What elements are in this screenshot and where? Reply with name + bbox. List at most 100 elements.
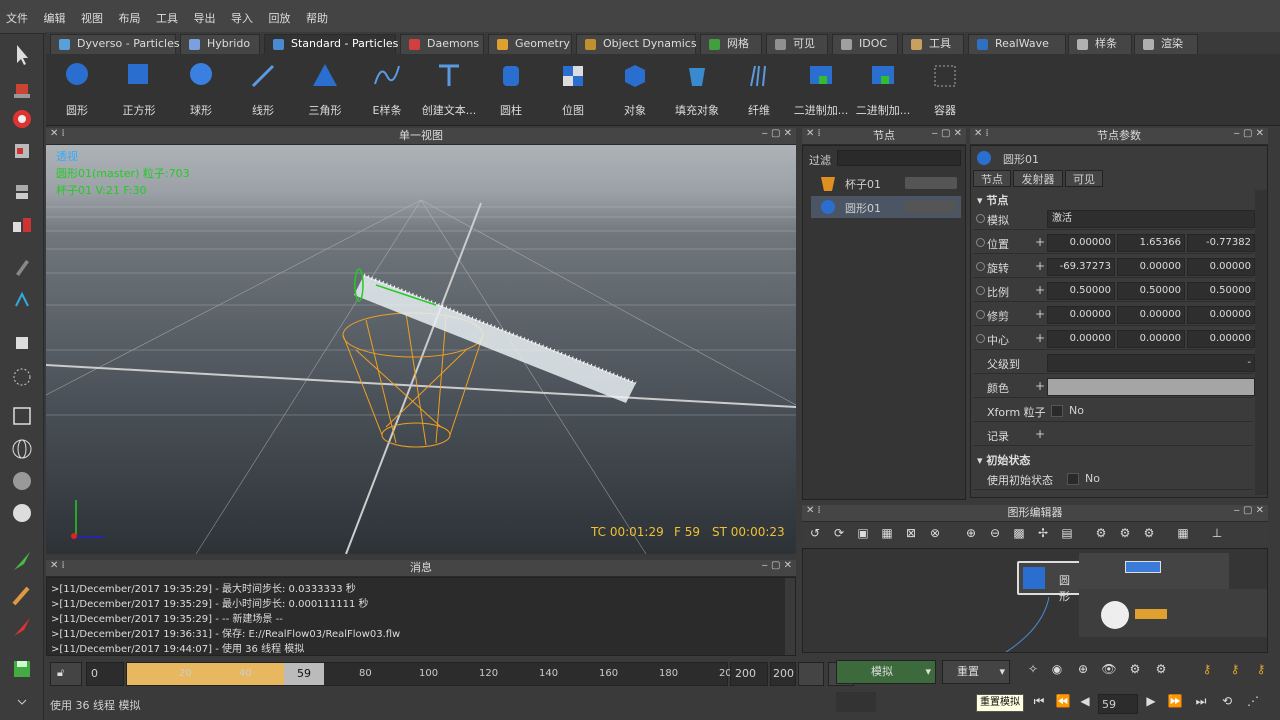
messages-log[interactable]: >[11/December/2017 19:35:29] - 最大时间步长: 0…: [46, 577, 796, 656]
square-emitter-button[interactable]: 正方形: [108, 58, 170, 122]
layout-tool-icon[interactable]: [8, 180, 36, 206]
filter-input[interactable]: [837, 150, 961, 166]
frame-input[interactable]: 59: [1098, 694, 1138, 714]
chevron-down-icon[interactable]: ▾: [925, 661, 931, 683]
param-row-rotation[interactable]: 旋转 + -69.37273 0.00000 0.00000: [973, 256, 1255, 278]
play-back-icon[interactable]: ◀: [1076, 694, 1094, 712]
rotation-z[interactable]: 0.00000: [1187, 258, 1255, 276]
radio-icon[interactable]: [976, 262, 985, 271]
lock-icon[interactable]: 🔓︎: [50, 662, 82, 686]
panel-window-controls-icon[interactable]: ‒ ▢ ✕: [931, 128, 962, 139]
tab-spline[interactable]: 样条: [1068, 34, 1132, 54]
param-row-shear[interactable]: 修剪 +0.00000 0.00000 0.00000: [973, 304, 1255, 326]
node-add-icon[interactable]: ⚙: [1092, 526, 1110, 544]
tab-dyverso[interactable]: Dyverso - Particles: [50, 34, 180, 54]
tab-emitter[interactable]: 发射器: [1013, 170, 1063, 187]
green-feather-icon[interactable]: [8, 548, 36, 574]
spline-emitter-button[interactable]: E样条: [356, 58, 418, 122]
sphere-emitter-button[interactable]: 球形: [170, 58, 232, 122]
timeline-cursor[interactable]: 59: [284, 663, 324, 685]
gear-icon[interactable]: ⚙: [1126, 662, 1144, 680]
sphere-flat-icon[interactable]: [8, 468, 36, 494]
rotate-tool-icon[interactable]: [8, 106, 36, 132]
menu-file[interactable]: 文件: [0, 0, 34, 26]
tab-tools[interactable]: 工具: [902, 34, 964, 54]
unlink-icon[interactable]: ⊠: [902, 526, 920, 544]
container-button[interactable]: 容器: [914, 58, 976, 122]
panel-close-icon[interactable]: ✕ ⁞: [50, 128, 65, 139]
pencil-icon[interactable]: [8, 254, 36, 280]
skip-end-icon[interactable]: ⏭: [1192, 694, 1210, 712]
triangle-emitter-button[interactable]: 三角形: [294, 58, 356, 122]
param-row-color[interactable]: 颜色 +: [973, 376, 1255, 398]
loop-icon[interactable]: ⟲: [1218, 694, 1236, 712]
pivot-z[interactable]: 0.00000: [1187, 330, 1255, 348]
node-remove-icon[interactable]: ⚙: [1116, 526, 1134, 544]
param-row-simulate[interactable]: 模拟 激活: [973, 208, 1255, 230]
radio-icon[interactable]: [976, 286, 985, 295]
tab-visible[interactable]: 可见: [766, 34, 828, 54]
table-icon[interactable]: ▦: [1174, 526, 1192, 544]
panel-close-icon[interactable]: ✕ ⁞: [806, 505, 821, 516]
use-initial-checkbox[interactable]: [1067, 473, 1079, 485]
rotate-icon[interactable]: ⟳: [830, 526, 848, 544]
graph-canvas[interactable]: 圆形: [802, 548, 1268, 653]
xform-checkbox[interactable]: [1051, 405, 1063, 417]
plus-icon[interactable]: +: [1035, 331, 1045, 345]
node-group-icon[interactable]: ⚙: [1140, 526, 1158, 544]
simulate-select[interactable]: 激活: [1047, 210, 1255, 228]
node-item-circle[interactable]: 圆形01: [811, 196, 961, 218]
simulate-button[interactable]: 模拟 ▾: [836, 660, 936, 684]
menu-export[interactable]: 导出: [188, 0, 222, 26]
red-feather-icon[interactable]: [8, 614, 36, 640]
sphere-wire-icon[interactable]: [8, 436, 36, 462]
reset-button[interactable]: 重置 ▾: [942, 660, 1010, 684]
skip-start-icon[interactable]: ⏮: [1030, 694, 1048, 712]
sphere-smooth-icon[interactable]: [8, 500, 36, 526]
panel-window-controls-icon[interactable]: ‒ ▢ ✕: [761, 560, 792, 571]
param-row-use-initial[interactable]: 使用初始状态 No: [973, 468, 1253, 490]
key-add-icon[interactable]: ⚷: [1252, 662, 1270, 680]
scale-y[interactable]: 0.50000: [1117, 282, 1185, 300]
menu-edit[interactable]: 编辑: [38, 0, 72, 26]
render-cache-icon[interactable]: ⊕: [1074, 662, 1092, 680]
binary-loader-button[interactable]: 二进制加...: [790, 58, 852, 122]
start-frame-input[interactable]: 0: [86, 662, 124, 686]
tab-render[interactable]: 渲染: [1134, 34, 1198, 54]
key-icon[interactable]: ⚷: [1198, 662, 1216, 680]
grid-icon[interactable]: ▩: [1010, 526, 1028, 544]
shear-y[interactable]: 0.00000: [1117, 306, 1185, 324]
panel-close-icon[interactable]: ✕ ⁞: [50, 560, 65, 571]
binary-loader2-button[interactable]: 二进制加...: [852, 58, 914, 122]
settings-icon[interactable]: ⚙: [1152, 662, 1170, 680]
param-row-record[interactable]: 记录 +: [973, 424, 1253, 446]
tab-geometry[interactable]: Geometry: [488, 34, 572, 54]
link-icon[interactable]: ⊗: [926, 526, 944, 544]
scale-tool-icon[interactable]: [8, 138, 36, 164]
move-tool-icon[interactable]: [8, 76, 36, 102]
tab-mesh[interactable]: 网格: [700, 34, 762, 54]
param-row-scale[interactable]: 比例 +0.50000 0.50000 0.50000: [973, 280, 1255, 302]
step-forward-icon[interactable]: ⏩: [1166, 694, 1184, 712]
node-visibility-icons[interactable]: [905, 201, 957, 213]
chevron-down-icon[interactable]: [8, 690, 36, 716]
position-x[interactable]: 0.00000: [1047, 234, 1115, 252]
zoom-in-icon[interactable]: ⊕: [962, 526, 980, 544]
scale-x[interactable]: 0.50000: [1047, 282, 1115, 300]
text-emitter-button[interactable]: 创建文本...: [418, 58, 480, 122]
rotation-x[interactable]: -69.37273: [1047, 258, 1115, 276]
rotation-y[interactable]: 0.00000: [1117, 258, 1185, 276]
tab-object-dynamics[interactable]: Object Dynamics: [576, 34, 697, 54]
panel-close-icon[interactable]: ✕ ⁞: [974, 128, 989, 139]
menu-tools[interactable]: 工具: [150, 0, 184, 26]
param-row-pivot[interactable]: 中心 +0.00000 0.00000 0.00000: [973, 328, 1255, 350]
plus-icon[interactable]: +: [1035, 427, 1045, 441]
radio-icon[interactable]: [976, 334, 985, 343]
refresh-icon[interactable]: ↺: [806, 526, 824, 544]
feather-icon[interactable]: ✧: [1024, 662, 1042, 680]
zoom-out-icon[interactable]: ⊖: [986, 526, 1004, 544]
chevron-down-icon[interactable]: ▾: [999, 661, 1005, 683]
parent-to-select[interactable]: -: [1047, 354, 1255, 372]
plus-icon[interactable]: +: [1035, 379, 1045, 393]
color-swatch[interactable]: [1047, 378, 1255, 396]
